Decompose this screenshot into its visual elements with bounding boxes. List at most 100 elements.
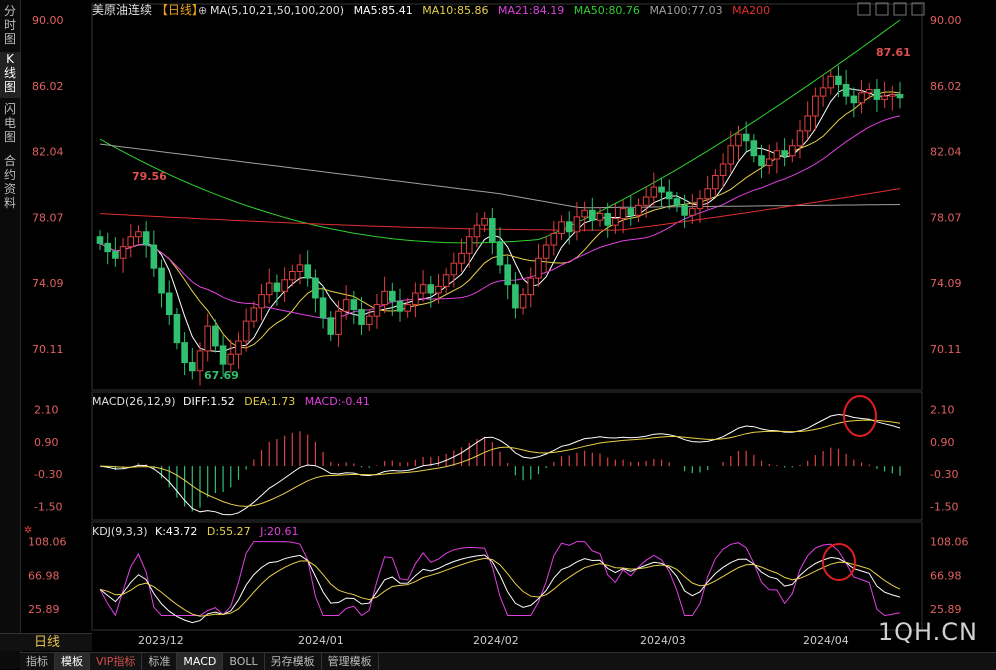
kdj-toggle-icon[interactable]: ✲ <box>24 525 32 536</box>
price-axis-left-label: 74.09 <box>32 277 64 290</box>
candle-body <box>173 314 181 344</box>
candle-body <box>96 236 104 244</box>
grid-icon[interactable] <box>857 2 871 16</box>
tab-vip-indicator[interactable]: VIP指标 <box>90 653 143 670</box>
candle-body <box>573 216 581 233</box>
candle-body <box>535 257 542 279</box>
candle-body <box>112 251 119 259</box>
macd-axis-left-label: -1.50 <box>34 501 62 514</box>
ma-legend: MA(5,10,21,50,100,200) MA5:85.41 MA10:85… <box>210 4 770 17</box>
candle-body <box>496 241 504 266</box>
price-axis-right-label: 82.04 <box>930 146 962 159</box>
candle-body <box>842 84 850 97</box>
date-axis: 2023/12 2024/01 2024/02 2024/03 2024/04 <box>138 634 849 647</box>
candle-body <box>265 282 273 296</box>
candle-body <box>789 145 796 157</box>
maximize-icon[interactable] <box>893 2 907 16</box>
period-button[interactable]: 日线 <box>0 633 92 651</box>
candle-body <box>442 274 450 287</box>
ma21-line <box>99 115 901 320</box>
tab-timeshare[interactable]: 分 时 图 <box>0 4 20 46</box>
candle-body <box>735 133 742 147</box>
candle-body <box>135 231 142 238</box>
macd-axis-left-label: 0.90 <box>34 436 59 449</box>
date-label: 2024/03 <box>640 634 686 647</box>
candle-body <box>565 221 573 233</box>
candle-body <box>589 209 596 221</box>
macd-axis-right-label: -1.50 <box>930 501 958 514</box>
settings-icon[interactable]: ⊕ <box>198 4 207 17</box>
left-tab-strip: 分 时 图 K 线 图 闪 电 图 合 约 资 料 <box>0 0 21 669</box>
kdj-axis-right-label: 25.89 <box>930 603 962 616</box>
svg-text:美原油连续 【日线】: 美原油连续 【日线】 <box>92 2 204 17</box>
candle-body <box>189 361 196 372</box>
candle-body <box>519 294 527 309</box>
candle-body <box>865 88 873 94</box>
candle-body <box>681 204 688 216</box>
watermark: 1QH.CN <box>877 618 978 646</box>
candle-body <box>196 350 204 372</box>
candle-body <box>489 218 496 243</box>
candle-body <box>504 264 511 286</box>
candle-body <box>673 198 681 206</box>
tab-save-template[interactable]: 另存模板 <box>265 653 322 670</box>
tab-indicator[interactable]: 指标 <box>20 653 55 670</box>
candle-body <box>858 92 865 104</box>
macd-axis-left-label: 2.10 <box>34 403 59 416</box>
split-icon[interactable] <box>875 2 889 16</box>
candle-body <box>481 218 488 226</box>
tab-boll[interactable]: BOLL <box>223 653 265 670</box>
candle-body <box>473 224 481 238</box>
candle-body <box>458 252 465 264</box>
candle-body <box>396 300 404 312</box>
candle-body <box>150 244 158 269</box>
tab-manage-template[interactable]: 管理模板 <box>322 653 379 670</box>
candle-body <box>596 213 604 221</box>
kdj-legend: KDJ(9,3,3) K:43.72 D:55.27 J:20.61 <box>92 525 299 538</box>
candle-body <box>558 221 565 234</box>
annotation-high-1: 79.56 <box>132 170 167 183</box>
candle-body <box>350 299 358 311</box>
bottom-toolbar: 指标 模板 VIP指标 标准 MACD BOLL 另存模板 管理模板 <box>20 652 996 670</box>
candle-body <box>281 279 288 292</box>
candle-body <box>165 292 173 316</box>
tab-flash[interactable]: 闪 电 图 <box>0 102 20 144</box>
candle-body <box>827 75 835 89</box>
candle-body <box>604 213 611 226</box>
tab-template[interactable]: 模板 <box>55 653 90 670</box>
tab-standard[interactable]: 标准 <box>142 653 178 670</box>
price-axis-right-label: 78.07 <box>930 211 962 224</box>
candle-body <box>312 277 319 299</box>
price-axis-right-label: 70.11 <box>930 343 962 356</box>
candle-body <box>389 290 396 302</box>
candle-body <box>773 150 781 160</box>
candle-body <box>212 325 219 347</box>
price-axis-left-label: 86.02 <box>32 80 64 93</box>
candle-body <box>227 353 235 365</box>
chart-canvas[interactable]: 美原油连续 【日线】 MA(5,10,21,50,100,200) MA5:85… <box>20 0 996 650</box>
macd-legend: MACD(26,12,9) DIFF:1.52 DEA:1.73 MACD:-0… <box>92 395 370 408</box>
date-label: 2024/04 <box>803 634 849 647</box>
kdj-axis-left-label: 25.89 <box>28 603 60 616</box>
candle-body <box>465 236 473 254</box>
kdj-axis-left-label: 66.98 <box>28 569 60 582</box>
candle-body <box>665 191 673 200</box>
tab-kline[interactable]: K 线 图 <box>0 52 20 98</box>
kdj-j-line <box>99 541 901 617</box>
candle-body <box>719 163 727 177</box>
candle-body <box>550 232 558 246</box>
candle-body <box>119 246 127 259</box>
candle-body <box>104 242 111 253</box>
tab-macd[interactable]: MACD <box>177 653 224 670</box>
candle-body <box>404 304 411 312</box>
candle-body <box>273 282 281 292</box>
tab-contract-info[interactable]: 合 约 资 料 <box>0 154 20 210</box>
instrument-title: 美原油连续 <box>92 2 152 17</box>
candle-body <box>127 236 135 248</box>
price-axis-left-label: 78.07 <box>32 211 64 224</box>
candle-body <box>296 264 304 272</box>
candle-body <box>765 158 773 167</box>
price-axis-left-label: 90.00 <box>32 14 64 27</box>
price-axis-right-label: 74.09 <box>930 277 962 290</box>
macd-axis-right-label: 2.10 <box>930 403 955 416</box>
